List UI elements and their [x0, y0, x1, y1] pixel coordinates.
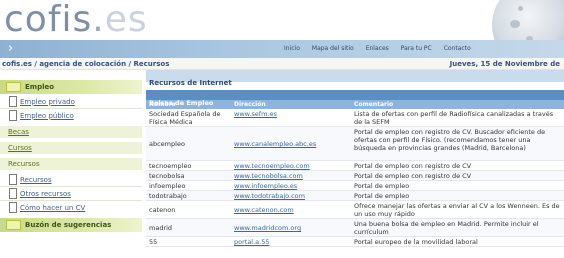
logo-tld: es: [104, 0, 148, 40]
cell-name: madrid: [149, 224, 173, 232]
cell-name: Sociedad Española de Física Médica: [149, 110, 221, 126]
sidebar-item-label: Recursos: [20, 175, 52, 184]
cell-name: infoempleo: [149, 182, 186, 190]
nav-link-enlaces[interactable]: Enlaces: [366, 43, 389, 55]
section-title: Recursos de Internet: [149, 79, 232, 87]
date-text: Jueves, 15 de Noviembre de: [449, 60, 560, 68]
folder-icon: [6, 220, 21, 230]
sidebar-item-empleo-publico[interactable]: Empleo público: [0, 109, 142, 122]
cell-name: tecnobolsa: [149, 172, 185, 180]
cell-url-link[interactable]: www.infoempleo.es: [231, 181, 351, 191]
column-header-direccion: Dirección: [234, 101, 266, 108]
nav-link-inicio[interactable]: Inicio: [284, 43, 300, 55]
cell-comment: Portal de empleo con registro de CV: [354, 172, 472, 180]
sidebar-item-label: Empleo: [25, 83, 55, 91]
sidebar-item-cursos[interactable]: Cursos: [0, 142, 142, 154]
table-row: Sociedad Española de Física Médica www.s…: [146, 109, 564, 127]
section-title-bar: Recursos de Internet: [146, 70, 564, 87]
cell-comment: Portal de empleo con registro de CV: [354, 162, 472, 170]
cell-comment: Ofrece manejar las ofertas a enviar al C…: [354, 202, 560, 218]
cell-name: catenon: [149, 206, 176, 214]
table-header: Nombre Dirección Comentario: [146, 100, 564, 109]
table-row: abcempleo www.canalempleo.abc.es Portal …: [146, 127, 564, 161]
header: cofis.es: [0, 0, 564, 70]
cell-comment: Portal europeo de la movilidad laboral: [354, 238, 478, 246]
sidebar-item-label: Cómo hacer un CV: [20, 203, 86, 212]
sidebar-item-label: Cursos: [8, 144, 32, 152]
cell-url-link[interactable]: www.canalempleo.abc.es: [231, 127, 351, 149]
cell-name: abcempleo: [149, 140, 185, 148]
sidebar-item-label: Empleo público: [20, 111, 74, 120]
cell-comment: Lista de ofertas con perfil de Radiofísi…: [354, 110, 554, 126]
nav-link-mapa-del-sitio[interactable]: Mapa del sitio: [312, 43, 354, 55]
document-icon: [9, 174, 17, 185]
top-navigation: Inicio Mapa del sitio Enlaces Para tu PC…: [284, 43, 471, 55]
sidebar-item-label: Buzón de sugerencias: [25, 221, 112, 229]
table-row: catenon www.catenon.com Ofrece manejar l…: [146, 201, 564, 219]
jobs-table: Bolsas de Empleo Nombre Dirección Coment…: [146, 90, 564, 247]
breadcrumb[interactable]: cofis.es / agencia de colocación / Recur…: [2, 59, 169, 69]
main-content: Recursos de Internet Bolsas de Empleo No…: [146, 70, 564, 258]
navigation-bar: › Inicio Mapa del sitio Enlaces Para tu …: [0, 40, 564, 58]
table-row: tecnobolsa www.tecnobolsa.com Portal de …: [146, 171, 564, 181]
logo-dot: .: [92, 0, 105, 40]
sidebar-item-otros-recursos[interactable]: Otros recursos: [0, 187, 142, 200]
site-logo[interactable]: cofis.es: [4, 0, 148, 40]
nav-link-contacto[interactable]: Contacto: [444, 43, 471, 55]
sidebar-item-label: Otros recursos: [20, 189, 71, 198]
sidebar: Empleo Empleo privado Empleo público Bec…: [0, 70, 142, 258]
sidebar-item-label: Becas: [8, 128, 29, 136]
table-body: Sociedad Española de Física Médica www.s…: [146, 109, 564, 247]
column-header-comentario: Comentario: [354, 101, 394, 108]
cell-comment: Una buena bolsa de empleo en Madrid. Per…: [354, 220, 539, 236]
logo-main-text: cofis: [4, 0, 93, 40]
table-row: tecnoempleo www.tecnoempleo.com Portal d…: [146, 161, 564, 171]
cell-comment: Portal de empleo con registro de CV. Bus…: [354, 128, 546, 152]
moon-crater: [510, 20, 520, 28]
nav-link-para-tu-pc[interactable]: Para tu PC: [401, 43, 432, 55]
column-header-nombre: Nombre: [149, 101, 176, 108]
cell-name: 55: [149, 238, 158, 246]
table-caption-bar: Bolsas de Empleo: [146, 90, 564, 107]
document-icon: [9, 188, 17, 199]
breadcrumb-bar: cofis.es / agencia de colocación / Recur…: [0, 58, 564, 70]
sidebar-item-como-hacer-cv[interactable]: Cómo hacer un CV: [0, 201, 142, 214]
document-icon: [9, 96, 17, 107]
cell-url-link[interactable]: portal.a.55: [231, 237, 351, 247]
cell-url-link[interactable]: www.sefm.es: [231, 109, 351, 119]
table-row: madrid www.madridcom.org Una buena bolsa…: [146, 219, 564, 237]
cell-url-link[interactable]: www.catenon.com: [231, 201, 351, 215]
page: cofis.es › Inicio Mapa del sitio Enlaces…: [0, 0, 564, 258]
cell-comment: Portal de empleo: [354, 182, 410, 190]
cell-name: todotrabajo: [149, 192, 187, 200]
document-icon: [9, 110, 17, 121]
cell-url-link[interactable]: www.tecnobolsa.com: [231, 171, 351, 181]
document-icon: [9, 202, 17, 213]
sidebar-item-label: Recursos: [8, 160, 40, 168]
chevron-right-icon: ›: [8, 41, 14, 56]
table-row: infoempleo www.infoempleo.es Portal de e…: [146, 181, 564, 191]
cell-name: tecnoempleo: [149, 162, 192, 170]
cell-url-link[interactable]: www.madridcom.org: [231, 219, 351, 233]
table-row: todotrabajo www.todotrabajo.com Portal d…: [146, 191, 564, 201]
table-row: 55 portal.a.55 Portal europeo de la movi…: [146, 237, 564, 247]
sidebar-item-empleo-privado[interactable]: Empleo privado: [0, 95, 142, 108]
sidebar-item-buzon-de-sugerencias[interactable]: Buzón de sugerencias: [0, 218, 142, 232]
cell-url-link[interactable]: www.todotrabajo.com: [231, 191, 351, 201]
sidebar-item-recursos-sub[interactable]: Recursos: [0, 173, 142, 186]
sidebar-item-empleo[interactable]: Empleo: [0, 80, 142, 94]
folder-icon: [6, 82, 21, 92]
sidebar-item-recursos[interactable]: Recursos: [0, 158, 142, 170]
cell-comment: Portal de empleo: [354, 192, 410, 200]
moon-crater: [518, 6, 523, 11]
sidebar-item-becas[interactable]: Becas: [0, 126, 142, 138]
cell-url-link[interactable]: www.tecnoempleo.com: [231, 161, 351, 171]
sidebar-item-label: Empleo privado: [20, 97, 75, 106]
